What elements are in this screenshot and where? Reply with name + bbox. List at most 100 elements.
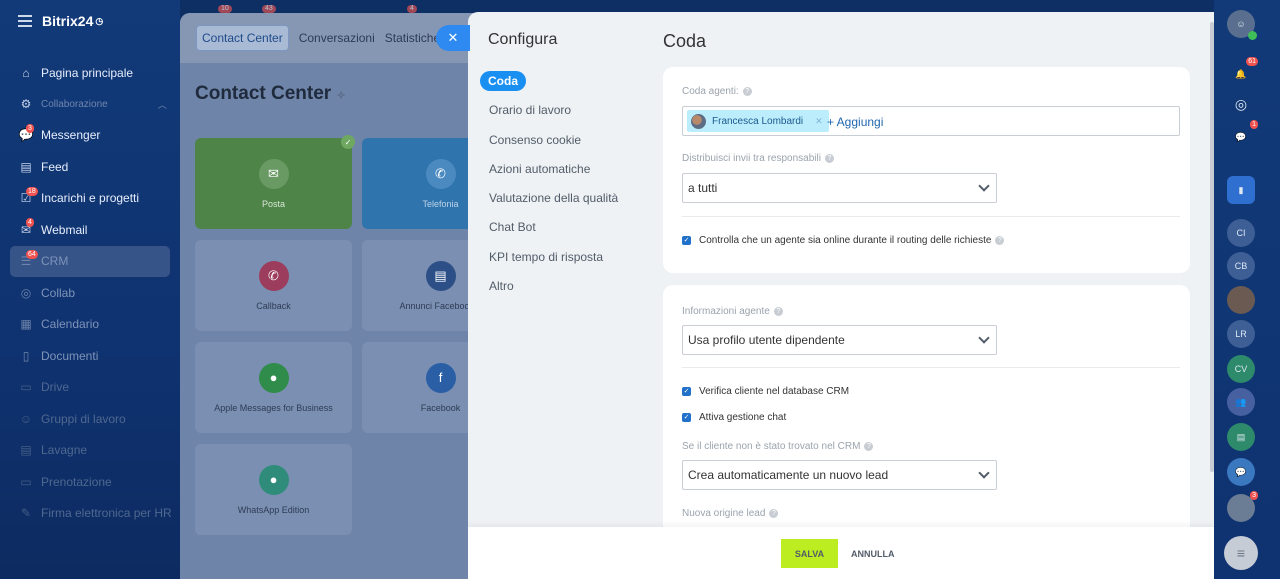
checkbox-checked-icon[interactable]: ✓ [682, 387, 691, 396]
cancel-button[interactable]: ANNULLA [851, 539, 895, 568]
messages-icon[interactable]: 💬 [1227, 458, 1255, 486]
chevron-down-icon [978, 332, 990, 344]
tile-telephony[interactable]: ✆ Telefonia [362, 138, 480, 229]
remove-agent-icon[interactable]: ✕ [815, 116, 823, 127]
help-icon[interactable]: ? [769, 508, 779, 518]
distribute-select[interactable]: a tutti [682, 173, 997, 203]
not-found-label: Se il cliente non è stato trovato nel CR… [682, 441, 874, 452]
menu-icon[interactable] [18, 12, 32, 30]
config-title: Configura [488, 31, 558, 48]
contact-avatar[interactable]: LR [1227, 320, 1255, 348]
chat-button[interactable]: 💬 1 [1227, 120, 1258, 151]
tile-apple-messages[interactable]: ● Apple Messages for Business [195, 342, 352, 433]
add-agent-link[interactable]: + Aggiungi [827, 115, 883, 129]
documents-icon: ▯ [22, 348, 30, 363]
pin-icon[interactable]: ✧ [336, 90, 345, 102]
tab-contact-center[interactable]: Contact Center [196, 25, 289, 51]
facebook-icon: f [425, 362, 456, 393]
checkbox-checked-icon[interactable]: ✓ [682, 236, 691, 245]
phone-callback-icon: ✆ [258, 260, 289, 291]
help-icon[interactable]: ? [864, 441, 874, 451]
sidebar-item-calendar[interactable]: ▦ Calendario [0, 309, 180, 341]
phone-icon: ✆ [425, 158, 456, 189]
tile-whatsapp[interactable]: ● WhatsApp Edition [195, 444, 352, 535]
sidebar-item-drive[interactable]: ▭ Drive [0, 372, 180, 404]
contact-avatar[interactable]: CV [1227, 355, 1255, 383]
verify-crm-check[interactable]: ✓ Verifica cliente nel database CRM [682, 386, 849, 397]
queue-card: Coda agenti:? Francesca Lombardi ✕ + Agg… [663, 67, 1190, 273]
checkbox-checked-icon[interactable]: ✓ [682, 413, 691, 422]
sidebar-item-webmail[interactable]: ✉ 4 Webmail [0, 214, 180, 246]
menu-item-chat-bot[interactable]: Chat Bot [480, 216, 618, 245]
sidebar-item-boards[interactable]: ▤ Lavagne [0, 435, 180, 467]
clock-icon: ◷ [95, 15, 104, 26]
tab-conversations[interactable]: Conversazioni [299, 31, 375, 45]
help-icon[interactable]: ? [742, 86, 752, 96]
activity-button[interactable]: ◎ [1227, 90, 1255, 118]
bell-icon: 🔔 [1235, 68, 1247, 79]
help-icon[interactable]: ? [773, 306, 783, 316]
top-badge: 43 [262, 5, 276, 13]
menu-item-working-hours[interactable]: Orario di lavoro [480, 99, 618, 128]
tile-callback[interactable]: ✆ Callback [195, 240, 352, 331]
chevron-down-icon [978, 180, 990, 192]
group-icon[interactable]: 👥 [1227, 388, 1255, 416]
menu-item-cookie-consent[interactable]: Consenso cookie [480, 129, 618, 158]
menu-item-other[interactable]: Altro [480, 275, 618, 304]
help-icon[interactable]: ? [995, 236, 1005, 245]
more-menu-button[interactable]: ≡ [1224, 536, 1258, 570]
crm-badge: 64 [26, 249, 38, 259]
contact-avatar-photo[interactable] [1227, 286, 1255, 314]
tile-email[interactable]: ✓ ✉ Posta [195, 135, 355, 229]
id-card-icon[interactable]: ▤ [1227, 423, 1255, 451]
top-badge: 10 [218, 5, 232, 13]
menu-item-kpi[interactable]: KPI tempo di risposta [480, 246, 618, 275]
sidebar-item-signature[interactable]: ✎ Firma elettronica per HR [0, 498, 180, 530]
left-sidebar: Bitrix24 ◷ ⌂ Pagina principale ⚙ Collaboraz… [0, 0, 180, 579]
tile-facebook[interactable]: f Facebook [362, 342, 480, 433]
close-slider-button[interactable]: ✕ [436, 25, 470, 51]
contact-avatar[interactable]: CI [1227, 219, 1255, 247]
online-check[interactable]: ✓ Controlla che un agente sia online dura… [682, 235, 1005, 246]
sidebar-item-booking[interactable]: ▭ Prenotazione [0, 466, 180, 498]
user-avatar[interactable]: ☺ [1227, 10, 1257, 40]
app-name: Bitrix24 [42, 13, 94, 29]
groups-icon: ☺ [19, 411, 33, 426]
menu-item-automatic-actions[interactable]: Azioni automatiche [480, 158, 618, 187]
not-found-select[interactable]: Crea automaticamente un nuovo lead [682, 460, 997, 490]
sidebar-item-groups[interactable]: ☺ Gruppi di lavoro [0, 403, 180, 435]
collab-section-icon: ⚙ [20, 97, 32, 111]
bookmark-button[interactable]: ▮ [1227, 176, 1255, 204]
menu-item-quality-rating[interactable]: Valutazione della qualità [480, 187, 618, 216]
calendar-icon: ▦ [20, 317, 32, 332]
signature-icon: ✎ [20, 506, 32, 521]
sidebar-item-crm[interactable]: ☰ 64 CRM [10, 245, 170, 277]
section-title: Coda [663, 31, 707, 51]
sidebar-section-collaboration[interactable]: ⚙ Collaborazione ︿ [0, 89, 180, 120]
help-icon[interactable]: ? [824, 153, 834, 163]
save-button[interactable]: SALVA [781, 539, 838, 568]
tile-facebook-ads[interactable]: ▤ Annunci Facebook p [362, 240, 480, 331]
sidebar-item-messenger[interactable]: 💬 3 Messenger [0, 120, 180, 152]
sidebar-item-feed[interactable]: ▤ Feed [0, 151, 180, 183]
contact-avatar-photo[interactable]: 3 [1227, 491, 1258, 522]
notifications-button[interactable]: 🔔 61 [1227, 57, 1258, 88]
menu-item-queue[interactable]: Coda [480, 70, 618, 99]
brand[interactable]: Bitrix24 ◷ [0, 0, 180, 42]
distribute-label: Distribuisci invii tra responsabili? [682, 153, 834, 164]
chat-management-check[interactable]: ✓ Attiva gestione chat [682, 412, 786, 423]
contact-avatar[interactable]: CB [1227, 252, 1255, 280]
sidebar-item-tasks[interactable]: ☑ 18 Incarichi e progetti [0, 183, 180, 215]
agent-chip[interactable]: Francesca Lombardi ✕ [687, 110, 829, 132]
tab-statistics[interactable]: Statistiche [385, 31, 440, 45]
sidebar-item-home[interactable]: ⌂ Pagina principale [0, 57, 180, 89]
chevron-up-icon: ︿ [157, 99, 167, 110]
form-icon: ▤ [425, 260, 456, 291]
agent-info-label: Informazioni agente? [682, 306, 783, 317]
apple-messages-icon: ● [258, 362, 289, 393]
agent-info-select[interactable]: Usa profilo utente dipendente [682, 325, 997, 355]
sidebar-item-documents[interactable]: ▯ Documenti [0, 340, 180, 372]
agents-field[interactable]: Francesca Lombardi ✕ + Aggiungi [682, 106, 1180, 136]
sidebar-item-collab[interactable]: ◎ Collab [0, 277, 180, 309]
page-title: Contact Center ✧ [195, 83, 346, 104]
